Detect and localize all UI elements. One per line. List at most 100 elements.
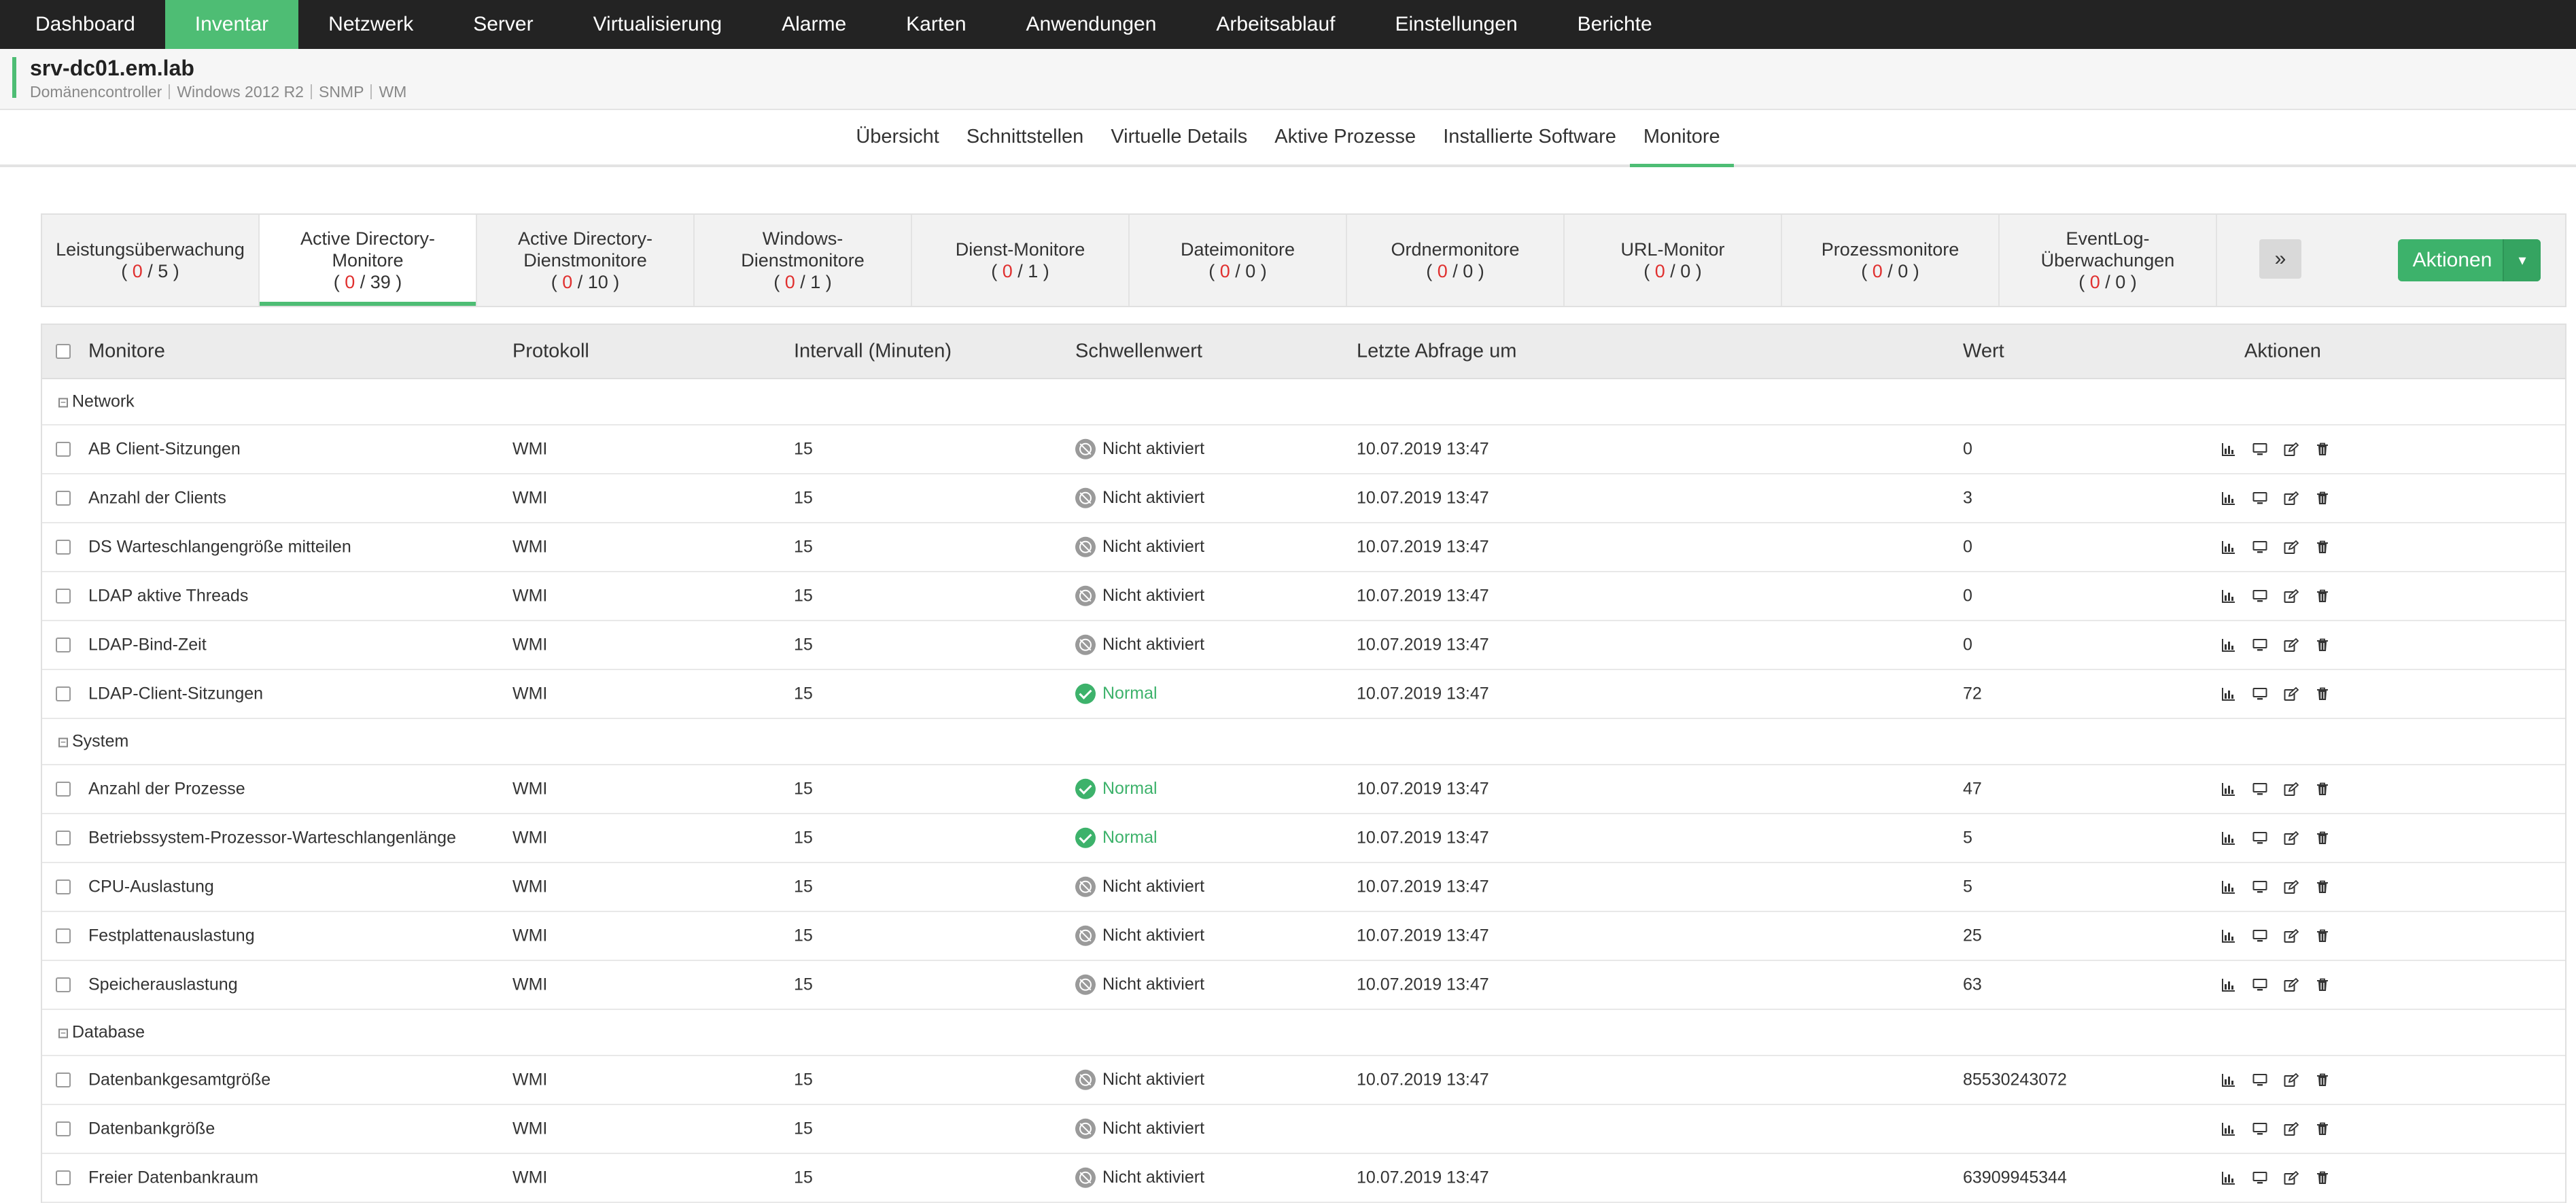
monitor-icon[interactable] <box>2252 1073 2267 1087</box>
monitor-name[interactable]: LDAP-Bind-Zeit <box>88 635 207 655</box>
table-row[interactable]: Speicherauslastung WMI 15 Nicht aktiviert 10… <box>42 961 2565 1010</box>
trash-icon[interactable] <box>2315 540 2330 555</box>
bar-chart-icon[interactable] <box>2221 686 2236 701</box>
trash-icon[interactable] <box>2315 1073 2330 1087</box>
trash-icon[interactable] <box>2315 1170 2330 1185</box>
bar-chart-icon[interactable] <box>2221 928 2236 943</box>
col-threshold[interactable]: Schwellenwert <box>1075 341 1202 363</box>
bar-chart-icon[interactable] <box>2221 1073 2236 1087</box>
actions-dropdown-button[interactable]: Aktionen ▾ <box>2398 239 2541 281</box>
col-monitor[interactable]: Monitore <box>88 341 165 363</box>
row-checkbox[interactable] <box>56 1073 71 1087</box>
row-checkbox[interactable] <box>56 540 71 555</box>
row-checkbox[interactable] <box>56 928 71 943</box>
category-tab-9[interactable]: EventLog- Überwachungen( 0 / 0 ) <box>2000 215 2217 306</box>
table-row[interactable]: Anzahl der Prozesse WMI 15 Normal 10.07.2019… <box>42 765 2565 814</box>
bar-chart-icon[interactable] <box>2221 491 2236 506</box>
nav-item-virtualisierung[interactable]: Virtualisierung <box>563 0 752 49</box>
row-checkbox[interactable] <box>56 831 71 845</box>
subtab-3[interactable]: Aktive Prozesse <box>1261 110 1429 167</box>
group-row-network[interactable]: − Network <box>42 379 2565 425</box>
edit-icon[interactable] <box>2284 442 2299 457</box>
group-row-database[interactable]: − Database <box>42 1010 2565 1056</box>
col-last-poll[interactable]: Letzte Abfrage um <box>1357 341 1516 363</box>
nav-item-inventar[interactable]: Inventar <box>164 0 299 49</box>
trash-icon[interactable] <box>2315 589 2330 604</box>
trash-icon[interactable] <box>2315 686 2330 701</box>
monitor-icon[interactable] <box>2252 491 2267 506</box>
table-row[interactable]: Anzahl der Clients WMI 15 Nicht aktiviert 10… <box>42 474 2565 523</box>
table-row[interactable]: DS Warteschlangengröße mitteilen WMI 15 Nic… <box>42 523 2565 572</box>
bar-chart-icon[interactable] <box>2221 977 2236 992</box>
edit-icon[interactable] <box>2284 1073 2299 1087</box>
col-interval[interactable]: Intervall (Minuten) <box>794 341 952 363</box>
edit-icon[interactable] <box>2284 831 2299 845</box>
trash-icon[interactable] <box>2315 442 2330 457</box>
bar-chart-icon[interactable] <box>2221 589 2236 604</box>
group-row-system[interactable]: − System <box>42 719 2565 765</box>
table-row[interactable]: LDAP-Bind-Zeit WMI 15 Nicht aktiviert 10.07.… <box>42 621 2565 670</box>
category-tab-5[interactable]: Dateimonitore( 0 / 0 ) <box>1130 215 1347 306</box>
edit-icon[interactable] <box>2284 540 2299 555</box>
caret-down-icon[interactable]: ▾ <box>2503 239 2541 281</box>
monitor-name[interactable]: Anzahl der Prozesse <box>88 780 245 799</box>
monitor-icon[interactable] <box>2252 1170 2267 1185</box>
subtab-4[interactable]: Installierte Software <box>1429 110 1630 167</box>
bar-chart-icon[interactable] <box>2221 831 2236 845</box>
monitor-icon[interactable] <box>2252 540 2267 555</box>
trash-icon[interactable] <box>2315 1121 2330 1136</box>
collapse-toggle-icon[interactable]: − <box>58 398 68 408</box>
edit-icon[interactable] <box>2284 1170 2299 1185</box>
bar-chart-icon[interactable] <box>2221 879 2236 894</box>
bar-chart-icon[interactable] <box>2221 782 2236 797</box>
nav-item-einstellungen[interactable]: Einstellungen <box>1365 0 1548 49</box>
nav-item-alarme[interactable]: Alarme <box>752 0 876 49</box>
monitor-name[interactable]: Speicherauslastung <box>88 975 238 995</box>
row-checkbox[interactable] <box>56 977 71 992</box>
monitor-name[interactable]: Datenbankgröße <box>88 1119 215 1139</box>
table-row[interactable]: Festplattenauslastung WMI 15 Nicht aktivier… <box>42 912 2565 961</box>
category-tab-6[interactable]: Ordnermonitore( 0 / 0 ) <box>1347 215 1565 306</box>
monitor-name[interactable]: Anzahl der Clients <box>88 489 226 508</box>
table-row[interactable]: LDAP-Client-Sitzungen WMI 15 Normal 10.07.20… <box>42 670 2565 719</box>
subtab-5[interactable]: Monitore <box>1629 110 1734 167</box>
edit-icon[interactable] <box>2284 928 2299 943</box>
collapse-toggle-icon[interactable]: − <box>58 737 68 748</box>
monitor-icon[interactable] <box>2252 589 2267 604</box>
table-row[interactable]: Datenbankgesamtgröße WMI 15 Nicht aktiviert… <box>42 1056 2565 1105</box>
group-label[interactable]: − Database <box>58 1023 145 1043</box>
table-row[interactable]: Freier Datenbankraum WMI 15 Nicht aktiviert… <box>42 1154 2565 1203</box>
category-tab-7[interactable]: URL-Monitor( 0 / 0 ) <box>1565 215 1782 306</box>
nav-item-berichte[interactable]: Berichte <box>1548 0 1682 49</box>
monitor-name[interactable]: Freier Datenbankraum <box>88 1168 258 1188</box>
bar-chart-icon[interactable] <box>2221 1170 2236 1185</box>
col-value[interactable]: Wert <box>1963 341 2004 363</box>
trash-icon[interactable] <box>2315 782 2330 797</box>
row-checkbox[interactable] <box>56 686 71 701</box>
row-checkbox[interactable] <box>56 782 71 797</box>
trash-icon[interactable] <box>2315 638 2330 652</box>
category-tab-3[interactable]: Windows- Dienstmonitore( 0 / 1 ) <box>695 215 912 306</box>
subtab-0[interactable]: Übersicht <box>842 110 953 167</box>
monitor-icon[interactable] <box>2252 1121 2267 1136</box>
edit-icon[interactable] <box>2284 638 2299 652</box>
nav-item-arbeitsablauf[interactable]: Arbeitsablauf <box>1186 0 1365 49</box>
table-row[interactable]: CPU-Auslastung WMI 15 Nicht aktiviert 10.07.… <box>42 863 2565 912</box>
category-tab-0[interactable]: Leistungsüberwachung( 0 / 5 ) <box>42 215 260 306</box>
edit-icon[interactable] <box>2284 782 2299 797</box>
edit-icon[interactable] <box>2284 491 2299 506</box>
monitor-icon[interactable] <box>2252 782 2267 797</box>
edit-icon[interactable] <box>2284 879 2299 894</box>
monitor-name[interactable]: LDAP-Client-Sitzungen <box>88 684 263 704</box>
monitor-icon[interactable] <box>2252 928 2267 943</box>
col-protocol[interactable]: Protokoll <box>512 341 589 363</box>
more-categories-button[interactable]: » <box>2259 239 2301 279</box>
collapse-toggle-icon[interactable]: − <box>58 1028 68 1039</box>
table-row[interactable]: AB Client-Sitzungen WMI 15 Nicht aktiviert 1… <box>42 425 2565 474</box>
monitor-name[interactable]: Festplattenauslastung <box>88 926 255 946</box>
monitor-name[interactable]: Datenbankgesamtgröße <box>88 1070 271 1090</box>
nav-item-anwendungen[interactable]: Anwendungen <box>996 0 1187 49</box>
monitor-icon[interactable] <box>2252 977 2267 992</box>
category-tab-8[interactable]: Prozessmonitore( 0 / 0 ) <box>1782 215 2000 306</box>
edit-icon[interactable] <box>2284 589 2299 604</box>
